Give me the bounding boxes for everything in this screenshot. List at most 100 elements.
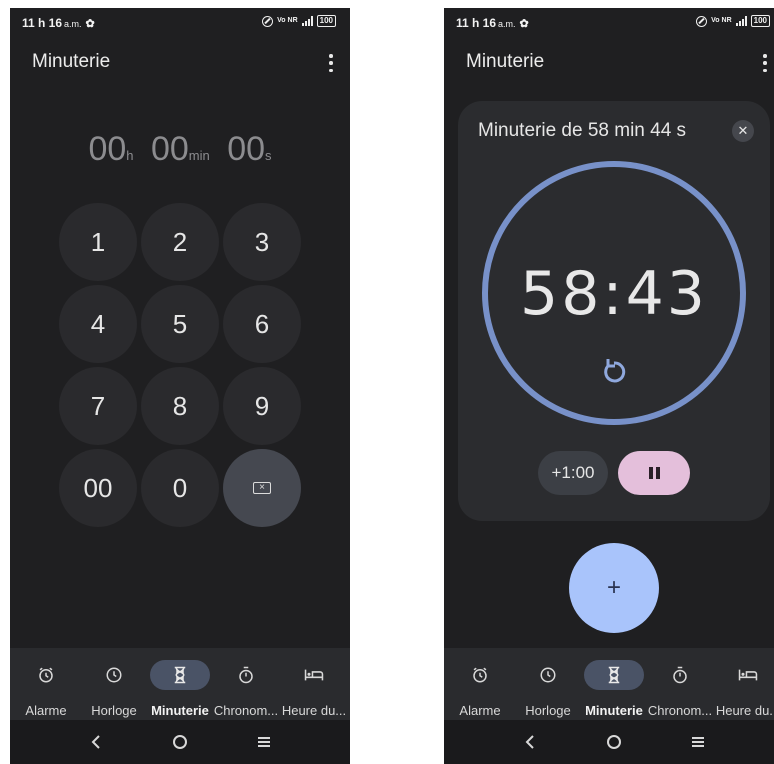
key-8[interactable]: 8 bbox=[141, 367, 219, 445]
status-bar: 11 h 16 a.m. ✿ Vo NR 100 bbox=[10, 8, 350, 36]
key-3[interactable]: 3 bbox=[223, 203, 301, 281]
hourglass-icon bbox=[608, 666, 620, 684]
nav-item-minuterie[interactable]: Minuterie bbox=[146, 648, 214, 720]
hourglass-icon bbox=[174, 666, 186, 684]
key-1[interactable]: 1 bbox=[59, 203, 137, 281]
nav-label: Chronom... bbox=[647, 703, 713, 718]
home-button[interactable] bbox=[594, 726, 634, 758]
stopwatch-icon bbox=[673, 666, 687, 684]
pause-button[interactable] bbox=[618, 451, 690, 495]
timer-keypad-screen: 11 h 16 a.m. ✿ Vo NR 100 Minuterie 00h 00m… bbox=[10, 8, 350, 764]
stopwatch-icon bbox=[239, 666, 253, 684]
status-icons: Vo NR 100 bbox=[262, 15, 336, 27]
add-timer-button[interactable]: + bbox=[569, 543, 659, 633]
clock-icon bbox=[106, 667, 122, 683]
system-navigation-bar bbox=[10, 720, 350, 764]
settings-gear-icon: ✿ bbox=[519, 18, 529, 30]
nav-pill-active bbox=[584, 660, 644, 690]
timer-entry-display: 00h 00min 00s bbox=[10, 130, 350, 169]
key-6[interactable]: 6 bbox=[223, 285, 301, 363]
nav-item-horloge[interactable]: Horloge bbox=[80, 648, 148, 720]
back-button[interactable] bbox=[76, 726, 116, 758]
home-circle-icon bbox=[173, 735, 187, 749]
key-0[interactable]: 0 bbox=[141, 449, 219, 527]
battery-icon: 100 bbox=[750, 15, 770, 27]
do-not-disturb-icon bbox=[696, 15, 708, 27]
nav-item-heure-du-coucher[interactable]: Heure du... bbox=[714, 648, 774, 720]
status-clock: 11 h 16 bbox=[22, 16, 63, 30]
nav-item-alarme[interactable]: Alarme bbox=[446, 648, 514, 720]
home-circle-icon bbox=[607, 735, 621, 749]
nav-item-chronometre[interactable]: Chronom... bbox=[212, 648, 280, 720]
home-button[interactable] bbox=[160, 726, 200, 758]
reset-timer-button[interactable] bbox=[596, 353, 632, 389]
recents-button[interactable] bbox=[678, 726, 718, 758]
nav-pill-active bbox=[150, 660, 210, 690]
key-9[interactable]: 9 bbox=[223, 367, 301, 445]
timer-card-title: Minuterie de 58 min 44 s bbox=[478, 120, 687, 141]
minutes-value: 00 bbox=[150, 130, 189, 168]
close-icon: ✕ bbox=[737, 123, 749, 138]
bed-icon bbox=[738, 669, 758, 681]
recents-button[interactable] bbox=[244, 726, 284, 758]
system-navigation-bar bbox=[444, 720, 774, 764]
nav-label: Chronom... bbox=[213, 703, 279, 718]
nav-label: Minuterie bbox=[585, 703, 643, 718]
status-ampm: a.m. bbox=[64, 19, 82, 29]
back-chevron-icon bbox=[91, 735, 100, 749]
app-title: Minuterie bbox=[32, 51, 111, 72]
do-not-disturb-icon bbox=[262, 15, 274, 27]
bed-icon bbox=[304, 669, 324, 681]
nav-label: Horloge bbox=[525, 703, 571, 718]
battery-icon: 100 bbox=[316, 15, 336, 27]
back-button[interactable] bbox=[510, 726, 550, 758]
signal-icon bbox=[301, 16, 313, 26]
close-timer-button[interactable]: ✕ bbox=[732, 120, 754, 142]
nav-pill bbox=[284, 660, 344, 690]
nav-item-minuterie[interactable]: Minuterie bbox=[580, 648, 648, 720]
nav-item-heure-du-coucher[interactable]: Heure du... bbox=[280, 648, 348, 720]
key-5[interactable]: 5 bbox=[141, 285, 219, 363]
nav-label: Heure du... bbox=[715, 703, 774, 718]
nav-pill bbox=[84, 660, 144, 690]
key-00[interactable]: 00 bbox=[59, 449, 137, 527]
nav-item-chronometre[interactable]: Chronom... bbox=[646, 648, 714, 720]
app-bar: Minuterie bbox=[444, 48, 774, 80]
timer-card: Minuterie de 58 min 44 s ✕ 58:43 +1:00 bbox=[458, 101, 770, 521]
signal-icon bbox=[735, 16, 747, 26]
status-ampm: a.m. bbox=[498, 19, 516, 29]
nav-label: Horloge bbox=[91, 703, 137, 718]
more-options-icon[interactable] bbox=[328, 54, 334, 72]
seconds-value: 00 bbox=[227, 130, 266, 168]
alarm-icon bbox=[39, 667, 53, 683]
key-7[interactable]: 7 bbox=[59, 367, 137, 445]
nav-pill bbox=[650, 660, 710, 690]
status-time: 11 h 16 a.m. ✿ bbox=[22, 16, 95, 30]
nav-pill bbox=[718, 660, 774, 690]
status-time: 11 h 16 a.m. ✿ bbox=[456, 16, 529, 30]
settings-gear-icon: ✿ bbox=[85, 18, 95, 30]
nav-label: Alarme bbox=[459, 703, 501, 718]
nav-label: Alarme bbox=[25, 703, 67, 718]
nav-pill bbox=[518, 660, 578, 690]
nav-item-alarme[interactable]: Alarme bbox=[12, 648, 80, 720]
add-minute-button[interactable]: +1:00 bbox=[538, 451, 608, 495]
clock-icon bbox=[540, 667, 556, 683]
pause-icon bbox=[648, 467, 660, 479]
nav-pill bbox=[16, 660, 76, 690]
more-options-icon[interactable] bbox=[762, 54, 768, 72]
menu-lines-icon bbox=[692, 737, 704, 747]
nav-pill bbox=[450, 660, 510, 690]
key-2[interactable]: 2 bbox=[141, 203, 219, 281]
remaining-time: 58:43 bbox=[520, 259, 708, 329]
status-bar: 11 h 16 a.m. ✿ Vo NR 100 bbox=[444, 8, 774, 36]
key-4[interactable]: 4 bbox=[59, 285, 137, 363]
status-clock: 11 h 16 bbox=[456, 16, 497, 30]
backspace-button[interactable]: × bbox=[223, 449, 301, 527]
alarm-icon bbox=[473, 667, 487, 683]
menu-lines-icon bbox=[258, 737, 270, 747]
backspace-icon: × bbox=[253, 482, 271, 494]
hours-value: 00 bbox=[88, 130, 127, 168]
seconds-unit: s bbox=[265, 148, 272, 163]
nav-item-horloge[interactable]: Horloge bbox=[514, 648, 582, 720]
